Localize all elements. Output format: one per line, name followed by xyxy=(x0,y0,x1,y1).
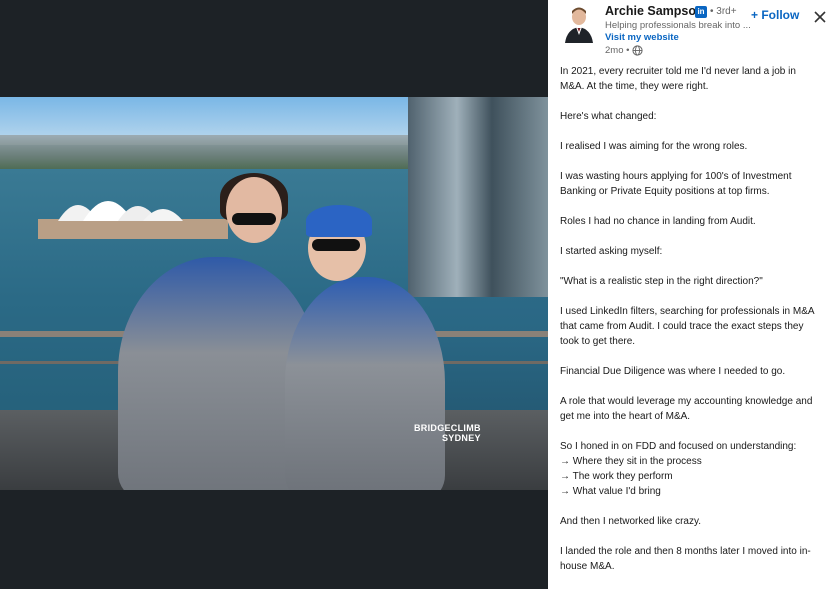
follow-button[interactable]: + Follow xyxy=(751,8,799,22)
post-paragraph: And then I networked like crazy. xyxy=(560,516,701,527)
photo-towers xyxy=(408,97,548,297)
post-spacer xyxy=(560,94,822,109)
photo-face-left xyxy=(226,177,282,243)
post-spacer xyxy=(560,499,822,514)
post-spacer xyxy=(560,349,822,364)
photo-person-right xyxy=(285,277,445,490)
post-paragraph: I realised I was aiming for the wrong ro… xyxy=(560,141,748,152)
post-paragraph: "What is a realistic step in the right d… xyxy=(560,276,763,287)
watermark-line2: SYDNEY xyxy=(441,433,481,443)
author-avatar[interactable] xyxy=(563,5,595,43)
post-photo[interactable]: BRIDGECLIMB SYDNEY xyxy=(0,97,548,490)
post-panel: Archie Sampson in • 3rd+ Helping profess… xyxy=(548,0,829,589)
photo-sunglasses-right xyxy=(312,239,360,251)
post-paragraph: Here's what changed: xyxy=(560,111,657,122)
post-spacer xyxy=(560,124,822,139)
post-spacer xyxy=(560,289,822,304)
close-icon[interactable] xyxy=(812,9,828,25)
post-paragraph: → Where they sit in the process xyxy=(560,456,702,467)
photo-opera-house xyxy=(38,201,228,239)
post-spacer xyxy=(560,259,822,274)
watermark-line1: BRIDGECLIMB xyxy=(414,423,481,433)
post-paragraph: A role that would leverage my accounting… xyxy=(560,396,816,422)
post-paragraph: So I honed in on FDD and focused on unde… xyxy=(560,441,797,452)
post-paragraph: I was wasting hours applying for 100's o… xyxy=(560,171,795,197)
post-timestamp: 2mo • xyxy=(605,45,630,56)
photo-sunglasses-left xyxy=(232,213,276,225)
post-spacer xyxy=(560,379,822,394)
post-paragraph: In 2021, every recruiter told me I'd nev… xyxy=(560,66,799,92)
post-spacer xyxy=(560,529,822,544)
author-name[interactable]: Archie Sampson xyxy=(605,4,704,18)
post-paragraph: I landed the role and then 8 months late… xyxy=(560,546,811,572)
visit-website-link[interactable]: Visit my website xyxy=(605,32,679,43)
post-paragraph: I started asking myself: xyxy=(560,246,663,257)
photo-cap xyxy=(306,205,372,237)
post-body: In 2021, every recruiter told me I'd nev… xyxy=(560,64,822,574)
author-headline: Helping professionals break into ... xyxy=(605,20,751,31)
post-spacer xyxy=(560,229,822,244)
media-viewer: BRIDGECLIMB SYDNEY xyxy=(0,0,548,589)
post-spacer xyxy=(560,424,822,439)
post-paragraph: Financial Due Diligence was where I need… xyxy=(560,366,786,377)
photo-watermark: BRIDGECLIMB SYDNEY xyxy=(414,423,481,443)
post-paragraph: Roles I had no chance in landing from Au… xyxy=(560,216,756,227)
post-paragraph: → The work they perform xyxy=(560,471,673,482)
connection-degree: • 3rd+ xyxy=(710,6,737,17)
post-paragraph: I used LinkedIn filters, searching for p… xyxy=(560,306,817,347)
post-paragraph: → What value I'd bring xyxy=(560,486,661,497)
post-spacer xyxy=(560,199,822,214)
globe-icon xyxy=(632,45,643,56)
linkedin-badge-icon: in xyxy=(695,6,707,18)
post-spacer xyxy=(560,154,822,169)
